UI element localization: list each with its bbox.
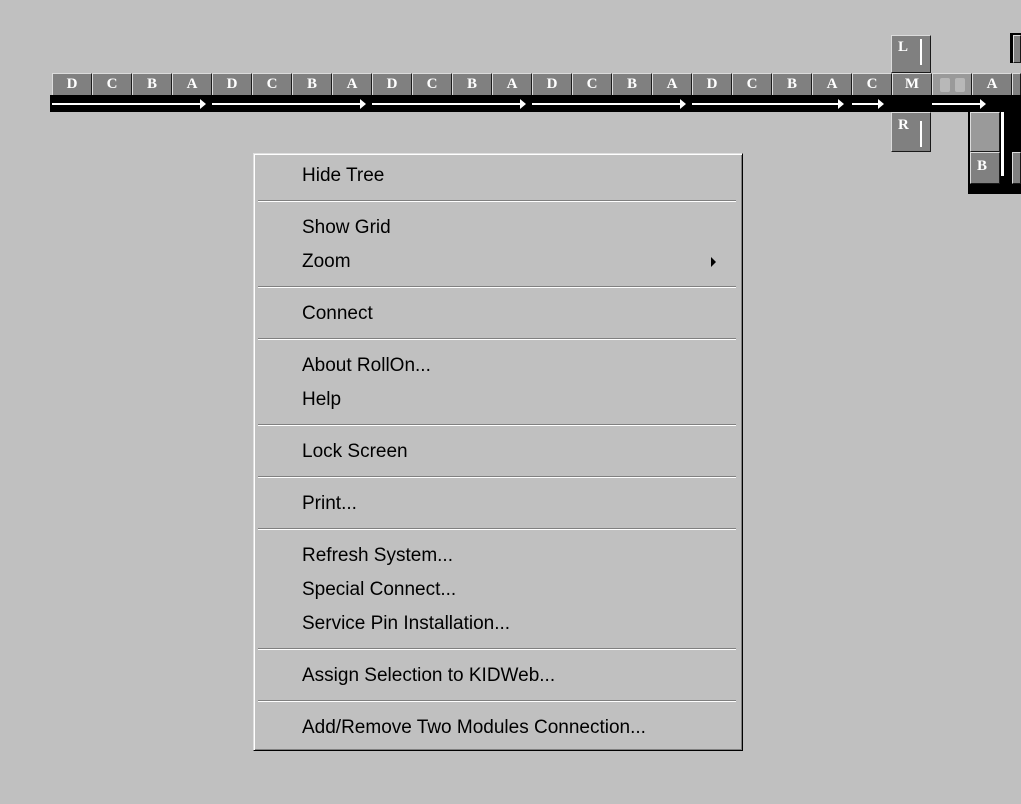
layout-canvas[interactable]: D C B A D C B A D C B A D C B A D C B A … xyxy=(0,0,1021,804)
menu-item-zoom-label: Zoom xyxy=(302,251,351,272)
branch-label-l: L xyxy=(898,39,909,55)
branch-module-b[interactable]: B xyxy=(970,152,1000,184)
module-a[interactable]: A xyxy=(972,73,1012,95)
arrow-down-line xyxy=(1001,112,1004,176)
arrow-right-icon xyxy=(980,99,986,109)
module-b[interactable]: B xyxy=(772,73,812,95)
module-b[interactable]: B xyxy=(132,73,172,95)
menu-separator xyxy=(258,700,736,702)
module-c[interactable]: C xyxy=(92,73,132,95)
menu-item-help[interactable]: Help xyxy=(302,389,341,411)
menu-item-refresh-system[interactable]: Refresh System... xyxy=(302,545,453,567)
module-d[interactable]: D xyxy=(532,73,572,95)
module-a[interactable]: A xyxy=(812,73,852,95)
menu-item-about[interactable]: About RollOn... xyxy=(302,355,431,377)
menu-separator xyxy=(258,338,736,340)
chevron-right-icon xyxy=(711,257,716,267)
menu-item-lock-screen[interactable]: Lock Screen xyxy=(302,441,408,463)
arrow-right-icon xyxy=(520,99,526,109)
module-d[interactable]: D xyxy=(692,73,732,95)
menu-separator xyxy=(258,200,736,202)
arrow-right-icon xyxy=(360,99,366,109)
module-a[interactable]: A xyxy=(492,73,532,95)
menu-separator xyxy=(258,424,736,426)
menu-item-hide-tree[interactable]: Hide Tree xyxy=(302,165,384,187)
menu-item-print[interactable]: Print... xyxy=(302,493,357,515)
menu-item-zoom[interactable]: Zoom xyxy=(302,251,732,273)
rail-line xyxy=(372,103,522,105)
menu-item-connect[interactable]: Connect xyxy=(302,303,373,325)
branch-module-l[interactable]: L xyxy=(891,35,931,73)
module-b[interactable]: B xyxy=(452,73,492,95)
module-partial[interactable] xyxy=(1012,152,1021,184)
module-c[interactable]: C xyxy=(572,73,612,95)
module-d[interactable]: D xyxy=(212,73,252,95)
module-a[interactable]: A xyxy=(172,73,212,95)
rail-line xyxy=(692,103,842,105)
placeholder-slot xyxy=(940,78,950,92)
module-b[interactable]: B xyxy=(612,73,652,95)
menu-separator xyxy=(258,648,736,650)
arrow-right-icon xyxy=(878,99,884,109)
placeholder-slot xyxy=(955,78,965,92)
module-partial[interactable] xyxy=(1012,73,1021,95)
rail-line xyxy=(532,103,682,105)
context-menu: Hide Tree Show Grid Zoom Connect About R… xyxy=(253,153,743,751)
module-partial[interactable] xyxy=(1013,35,1021,63)
module-d[interactable]: D xyxy=(52,73,92,95)
branch-label-b: B xyxy=(977,158,988,174)
arrow-down-icon xyxy=(920,39,922,65)
arrow-right-icon xyxy=(680,99,686,109)
menu-item-assign-kidweb[interactable]: Assign Selection to KIDWeb... xyxy=(302,665,555,687)
branch-module-gray[interactable] xyxy=(970,112,1000,152)
menu-separator xyxy=(258,528,736,530)
menu-item-service-pin[interactable]: Service Pin Installation... xyxy=(302,613,510,635)
module-c[interactable]: C xyxy=(852,73,892,95)
module-c[interactable]: C xyxy=(732,73,772,95)
menu-separator xyxy=(258,286,736,288)
branch-module-r[interactable]: R xyxy=(891,112,931,152)
arrow-up-icon xyxy=(920,121,922,147)
module-m[interactable]: M xyxy=(892,73,932,95)
module-c[interactable]: C xyxy=(412,73,452,95)
module-c[interactable]: C xyxy=(252,73,292,95)
module-a[interactable]: A xyxy=(332,73,372,95)
menu-item-show-grid[interactable]: Show Grid xyxy=(302,217,391,239)
module-blank[interactable] xyxy=(932,73,972,95)
menu-item-two-modules[interactable]: Add/Remove Two Modules Connection... xyxy=(302,717,646,739)
module-b[interactable]: B xyxy=(292,73,332,95)
arrow-right-icon xyxy=(200,99,206,109)
branch-label-r: R xyxy=(898,117,909,133)
rail-line xyxy=(52,103,202,105)
arrow-right-icon xyxy=(838,99,844,109)
rail-line xyxy=(932,103,982,105)
module-d[interactable]: D xyxy=(372,73,412,95)
menu-separator xyxy=(258,476,736,478)
module-a[interactable]: A xyxy=(652,73,692,95)
menu-item-special-connect[interactable]: Special Connect... xyxy=(302,579,456,601)
rail-line xyxy=(212,103,362,105)
